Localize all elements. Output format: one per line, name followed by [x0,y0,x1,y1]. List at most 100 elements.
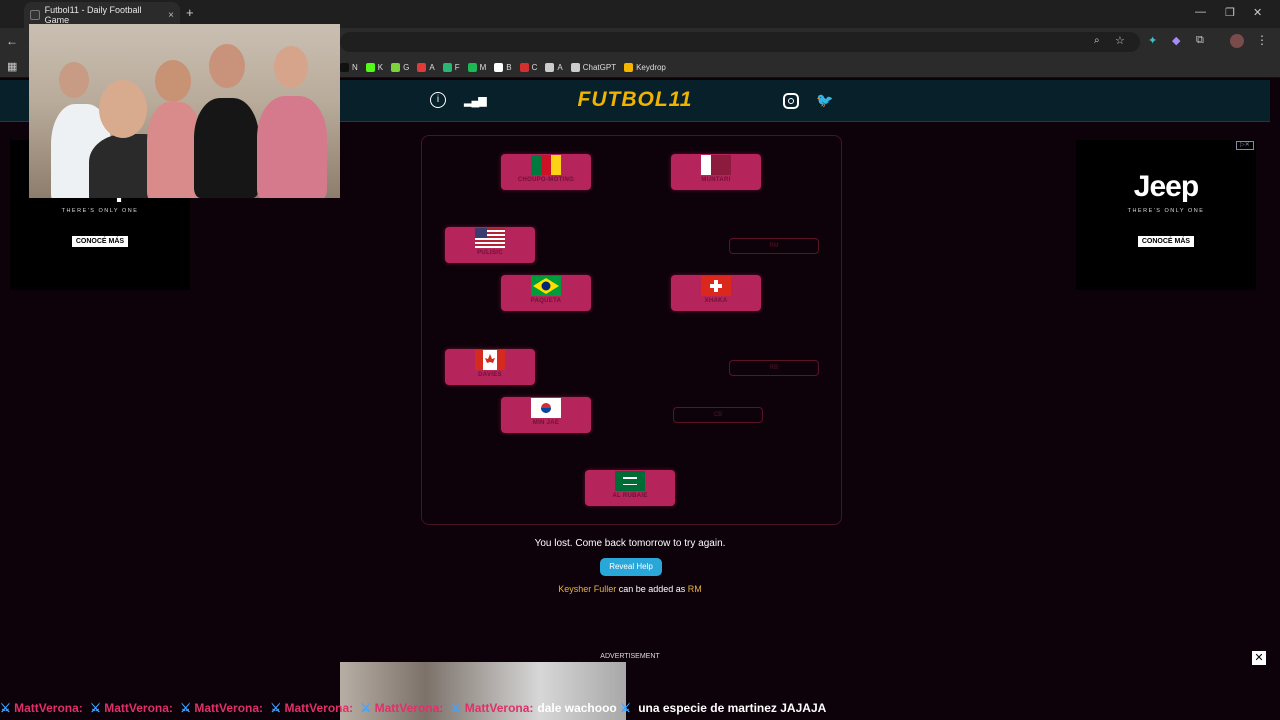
chat-username: MattVerona: [194,701,264,715]
bookmark-favicon-icon [442,62,452,72]
site-logo[interactable]: FUTBOL11 [570,88,700,112]
tab-title: Futbol11 - Daily Football Game [44,5,142,25]
player-card[interactable]: PULISIC [445,227,535,263]
browser-menu-icon[interactable]: ⋮ [1256,33,1268,47]
bookmark-item[interactable]: K [365,62,384,72]
stats-icon[interactable]: ▂▄▆ [464,94,487,107]
chat-username: MattVerona: [284,701,354,715]
south-korea-flag-icon [531,398,561,418]
tab-close-icon[interactable]: × [168,10,174,21]
bookmark-label: A [429,62,435,72]
info-icon[interactable]: i [430,92,446,108]
bookmark-item[interactable]: A [545,62,563,72]
new-tab-button[interactable]: + [186,5,194,20]
extension-icon[interactable]: ✦ [1148,34,1157,47]
bookmark-favicon-icon [417,62,427,72]
player-card[interactable]: PAQUETA [501,275,591,311]
bookmark-item[interactable]: M [467,62,487,72]
ad-close-icon[interactable]: ✕ [1252,651,1266,665]
player-name: XHAKA [704,298,728,304]
cameroon-flag-icon [531,155,561,175]
instagram-icon[interactable] [783,93,799,109]
chat-badge-icon: ⚔ [447,701,465,715]
person-head [99,80,147,138]
reveal-help-button[interactable]: Reveal Help [600,558,662,576]
player-name: PAQUETA [530,298,562,304]
chat-username: MattVerona: [374,701,444,715]
address-bar[interactable] [340,32,1140,52]
person [257,96,327,198]
bookmark-favicon-icon [365,62,375,72]
player-card[interactable]: MUNTARI [671,154,761,190]
player-name: PULISIC [477,250,503,256]
qatar-flag-icon [701,155,731,175]
ad-brand: Jeep [1133,170,1199,203]
back-icon[interactable]: ← [6,34,18,48]
empty-position-slot[interactable]: RM [729,238,819,254]
ad-choices-icon[interactable]: ▷✕ [1236,141,1254,150]
bookmark-favicon-icon [467,62,477,72]
window-close-icon[interactable]: ✕ [1253,6,1262,19]
bookmark-label: A [557,62,563,72]
brazil-flag-icon [531,276,561,296]
zoom-icon[interactable]: ⌕ [1094,35,1100,46]
player-card[interactable]: CHOUPO-MOTING [501,154,591,190]
profile-avatar[interactable] [1230,34,1244,48]
person-head [155,60,191,102]
bookmark-label: B [506,62,512,72]
extensions-puzzle-icon[interactable]: ⧉ [1196,34,1204,47]
extension-icon[interactable]: ◆ [1172,34,1180,47]
minimize-icon[interactable]: — [1195,6,1206,18]
chat-badge-icon: ⚔ [357,701,375,715]
player-name: AL RUBAIE [612,493,648,499]
bookmark-label: ChatGPT [582,62,617,72]
maximize-icon[interactable]: ❐ [1225,6,1235,19]
player-card[interactable]: MIN JAE [501,397,591,433]
chat-username: MattVerona: [104,701,173,715]
bookmark-label: C [531,62,538,72]
person [194,98,259,198]
bookmark-favicon-icon [570,62,580,72]
bookmark-item[interactable]: G [391,62,409,72]
chat-ticker: ⚔ MattVerona: ⚔ MattVerona: ⚔ MattVerona… [0,698,1280,718]
player-name: DAVIES [478,372,502,378]
bookmark-label: K [377,62,384,72]
empty-position-slot[interactable]: RB [729,360,819,376]
bookmark-label: M [479,62,487,72]
bookmark-label: N [352,62,358,72]
bookmark-favicon-icon [624,62,634,72]
bookmark-favicon-icon [494,62,504,72]
empty-position-slot[interactable]: CB [673,407,763,423]
twitter-icon[interactable]: 🐦 [816,92,833,109]
bookmark-label: F [454,62,460,72]
chat-message: una especie de martinez JAJAJA [638,701,827,715]
bookmark-favicon-icon [545,62,555,72]
hint-player-name: Keysher Fuller [558,584,617,594]
chat-badge-icon: ⚔ [86,701,105,715]
bookmark-item[interactable]: C [519,62,538,72]
bookmark-favicon-icon [519,62,529,72]
apps-grid-icon[interactable]: ▦ [7,60,17,73]
saudi-arabia-flag-icon [615,471,645,491]
hint-position: RM [687,584,702,594]
bookmark-favicon-icon [391,62,401,72]
ad-cta-button[interactable]: CONOCÉ MÁS [1137,236,1195,247]
ad-cta-button[interactable]: CONOCÉ MÁS [71,236,129,247]
bookmark-item[interactable]: N [340,62,358,72]
bookmark-item[interactable]: ChatGPT [570,62,617,72]
ad-right[interactable]: Jeep THERE'S ONLY ONE CONOCÉ MÁS [1076,140,1256,290]
player-card[interactable]: AL RUBAIE [585,470,675,506]
player-card[interactable]: DAVIES [445,349,535,385]
bookmark-item[interactable]: F [442,62,460,72]
bookmark-star-icon[interactable]: ☆ [1115,34,1125,47]
advertisement-label: ADVERTISEMENT [600,653,660,660]
player-card[interactable]: XHAKA [671,275,761,311]
player-name: MIN JAE [532,420,560,426]
bookmark-label: Keydrop [636,62,666,72]
bookmark-item[interactable]: B [494,62,512,72]
bookmark-item[interactable]: Keydrop [624,62,666,72]
chat-username: MattVerona: [14,701,83,715]
bookmark-item[interactable]: A [417,62,435,72]
usa-flag-icon [475,228,505,248]
person-head [59,62,89,98]
